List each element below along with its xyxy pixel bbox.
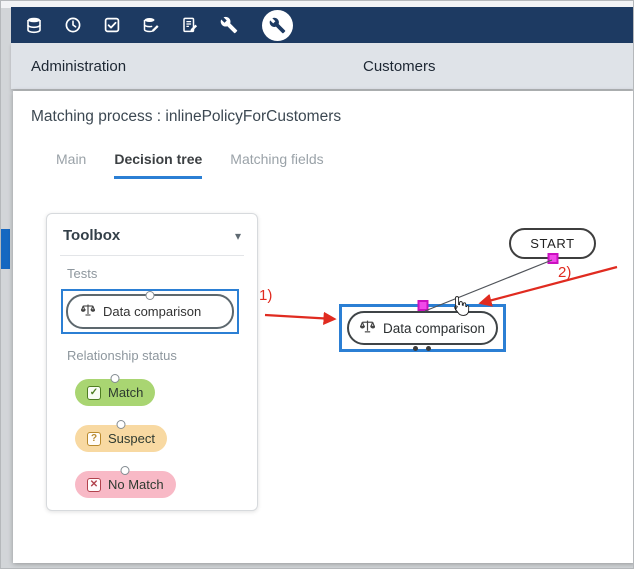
app-screen: Administration Customers Matching proces… xyxy=(0,0,634,569)
toolbox-item-data-comparison[interactable]: Data comparison xyxy=(61,289,239,334)
section-tests-label: Tests xyxy=(47,256,257,281)
database-icon[interactable] xyxy=(25,16,43,34)
annotation-1-label: 1) xyxy=(259,287,272,304)
data-comparison-pill: Data comparison xyxy=(66,294,234,329)
data-comparison-node-pill: Data comparison xyxy=(347,311,498,345)
page-title: Matching process : inlinePolicyForCustom… xyxy=(31,108,341,126)
start-node[interactable]: START xyxy=(509,228,596,259)
node-bottom-port[interactable] xyxy=(413,346,418,351)
tab-bar: Main Decision tree Matching fields xyxy=(56,151,324,179)
toolbox-title: Toolbox xyxy=(63,227,120,244)
suspect-question-icon xyxy=(87,432,101,446)
toolbox-item-match[interactable]: Match xyxy=(75,379,155,406)
toolbox-header: Toolbox xyxy=(47,214,257,255)
toolbox-panel: Toolbox Tests xyxy=(46,213,258,511)
connector-port-circle xyxy=(111,374,120,383)
data-comparison-label: Data comparison xyxy=(103,304,201,319)
wrench-circle-icon[interactable] xyxy=(262,10,293,41)
wrench-small-icon[interactable] xyxy=(220,16,238,34)
connector-port-circle xyxy=(121,466,130,475)
toolbox-item-no-match[interactable]: No Match xyxy=(75,471,176,498)
menu-administration[interactable]: Administration xyxy=(31,43,126,89)
sidebar-selection-fragment xyxy=(1,229,10,269)
menu-bar: Administration Customers xyxy=(11,43,633,89)
connector-port-circle xyxy=(116,420,125,429)
top-navbar xyxy=(11,7,633,43)
main-panel: Matching process : inlinePolicyForCustom… xyxy=(13,91,634,563)
check-square-icon[interactable] xyxy=(103,16,121,34)
match-check-icon xyxy=(87,386,101,400)
start-node-port[interactable] xyxy=(547,253,558,264)
node-bottom-port[interactable] xyxy=(426,346,431,351)
no-match-label: No Match xyxy=(108,477,164,492)
scale-icon xyxy=(360,319,375,337)
clock-icon[interactable] xyxy=(64,16,82,34)
section-relationship-label: Relationship status xyxy=(47,334,257,363)
scale-icon xyxy=(81,303,95,320)
match-label: Match xyxy=(108,385,143,400)
tab-main[interactable]: Main xyxy=(56,151,86,179)
connector-port-circle xyxy=(146,291,155,300)
toolbox-item-suspect[interactable]: Suspect xyxy=(75,425,167,452)
suspect-label: Suspect xyxy=(108,431,155,446)
database-edit-icon[interactable] xyxy=(142,16,160,34)
status-pill-stack: Match Suspect No Match xyxy=(75,379,257,498)
annotation-2-label: 2) xyxy=(558,264,571,281)
node-top-port[interactable] xyxy=(417,300,428,311)
clipboard-edit-icon[interactable] xyxy=(181,16,199,34)
data-comparison-node[interactable]: Data comparison xyxy=(339,304,506,352)
no-match-x-icon xyxy=(87,478,101,492)
menu-customers[interactable]: Customers xyxy=(363,43,436,89)
node-label: Data comparison xyxy=(383,321,485,336)
start-node-label: START xyxy=(530,236,574,251)
tab-matching-fields[interactable]: Matching fields xyxy=(230,151,323,179)
chevron-down-icon[interactable] xyxy=(235,229,241,243)
tab-decision-tree[interactable]: Decision tree xyxy=(114,151,202,179)
